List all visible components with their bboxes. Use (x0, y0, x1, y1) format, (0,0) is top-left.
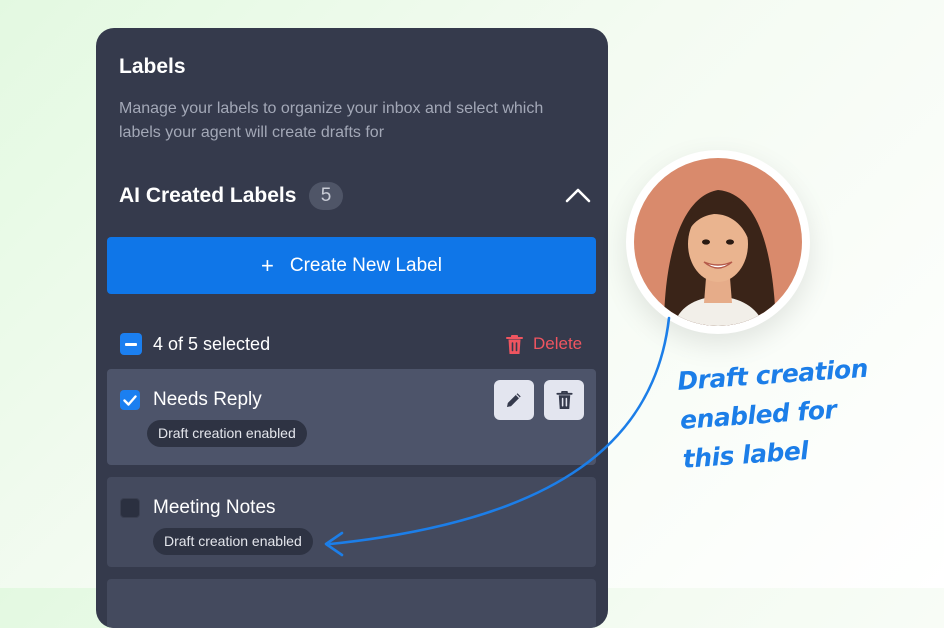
label-row-meeting-notes[interactable]: Meeting Notes Draft creation enabled (107, 477, 596, 567)
avatar (626, 150, 810, 334)
edit-label-button[interactable] (494, 380, 534, 420)
chevron-up-icon (565, 188, 591, 203)
label-row-needs-reply[interactable]: Needs Reply Draft creation enabled (107, 369, 596, 465)
panel-description: Manage your labels to organize your inbo… (119, 100, 544, 141)
section-title: AI Created Labels (119, 184, 297, 207)
create-new-label-button[interactable]: + Create New Label (107, 237, 596, 294)
person-photo (634, 158, 802, 326)
delete-label-button[interactable] (544, 380, 584, 420)
draft-enabled-badge: Draft creation enabled (153, 528, 313, 555)
label-row-partial[interactable] (107, 579, 596, 628)
collapse-section-button[interactable] (564, 184, 592, 208)
label-name: Meeting Notes (153, 497, 276, 518)
create-new-label-text: Create New Label (289, 254, 442, 276)
plus-icon: + (261, 252, 274, 278)
pencil-icon (507, 393, 521, 407)
annotation-note: Draft creation enabled for this label (676, 348, 884, 479)
selection-count: 4 of 5 selected (153, 334, 271, 354)
delete-selected-button[interactable]: Delete (506, 332, 582, 356)
checkmark-icon (123, 395, 137, 406)
trash-icon (506, 334, 523, 354)
label-checkbox-needs-reply[interactable] (120, 390, 140, 410)
draft-enabled-badge: Draft creation enabled (147, 420, 307, 447)
select-all-checkbox[interactable] (120, 333, 142, 355)
labels-panel: Labels Manage your labels to organize yo… (96, 28, 608, 628)
label-count-badge: 5 (309, 182, 343, 210)
delete-label: Delete (533, 334, 583, 353)
label-name: Needs Reply (153, 389, 262, 410)
label-checkbox-meeting-notes[interactable] (120, 498, 140, 518)
panel-title: Labels (119, 55, 186, 78)
trash-icon (555, 390, 573, 410)
